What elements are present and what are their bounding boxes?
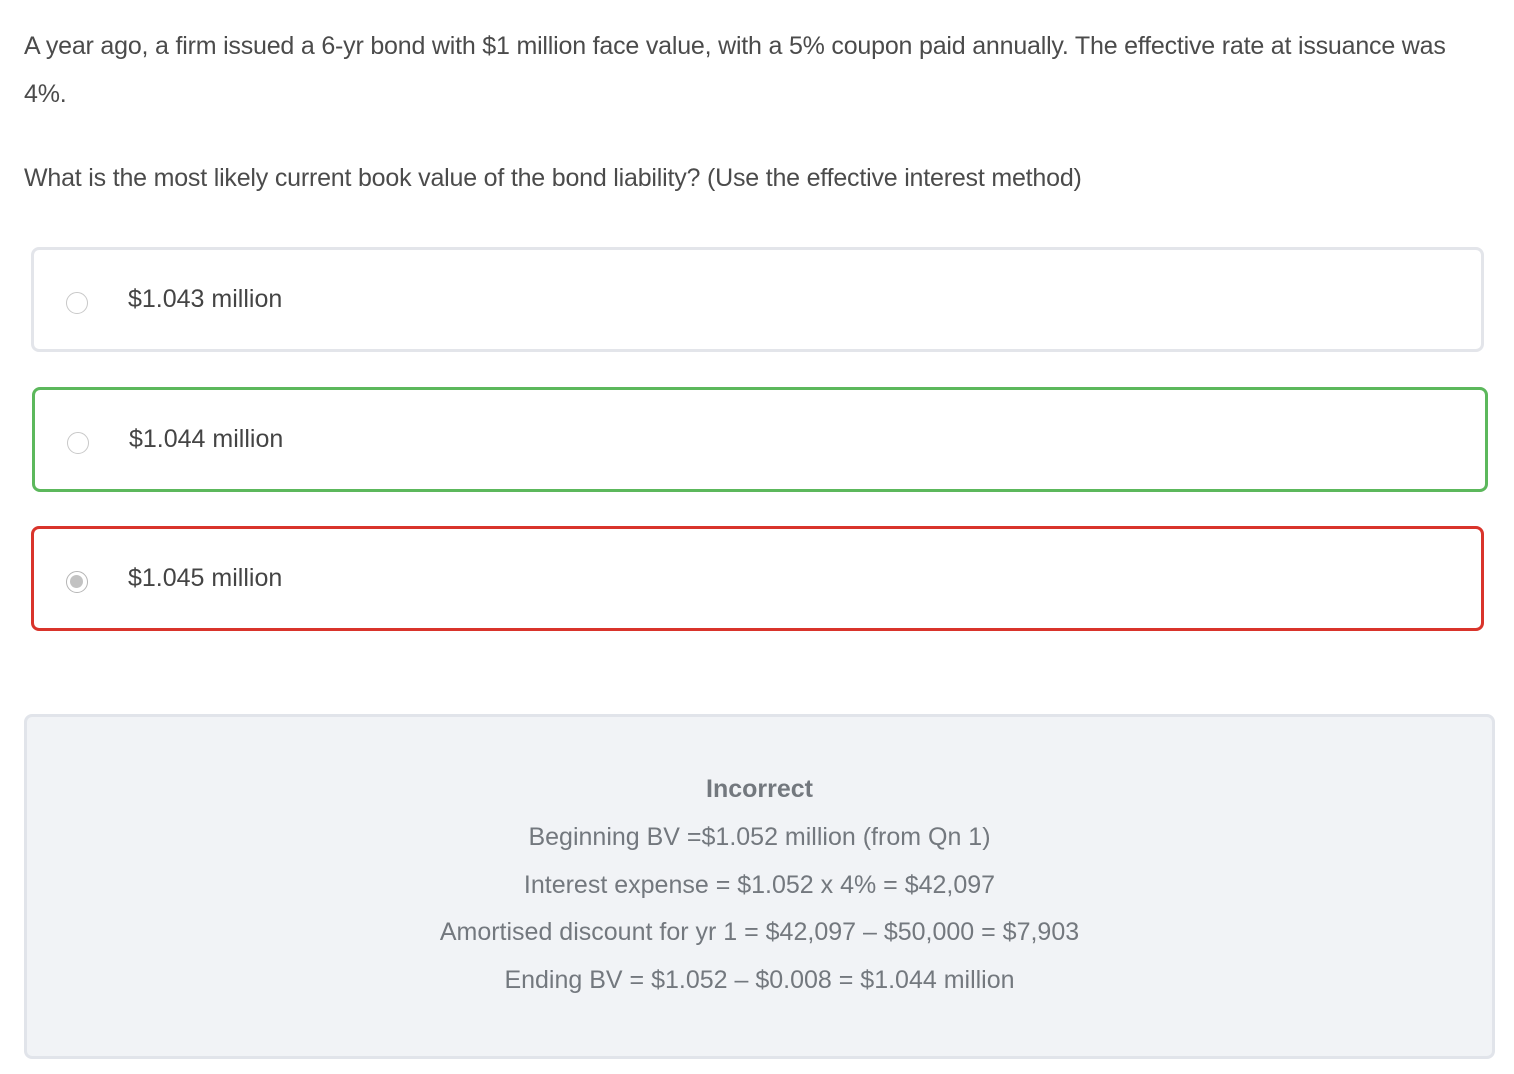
- feedback-panel: Incorrect Beginning BV =$1.052 million (…: [24, 714, 1495, 1059]
- radio-button-3-selected[interactable]: [66, 571, 88, 593]
- radio-button-1[interactable]: [66, 292, 88, 314]
- feedback-line: Beginning BV =$1.052 million (from Qn 1): [528, 823, 991, 851]
- question-block: A year ago, a firm issued a 6-yr bond wi…: [24, 22, 1490, 202]
- feedback-status: Incorrect: [706, 775, 813, 803]
- feedback-line: Interest expense = $1.052 x 4% = $42,097: [523, 871, 996, 899]
- radio-button-2[interactable]: [67, 432, 89, 454]
- answer-option-1[interactable]: $1.043 million: [31, 247, 1484, 352]
- answer-option-2[interactable]: $1.044 million: [32, 387, 1488, 492]
- answer-option-label: $1.044 million: [129, 425, 284, 453]
- feedback-line: Amortised discount for yr 1 = $42,097 – …: [439, 918, 1080, 946]
- question-prompt: What is the most likely current book val…: [24, 164, 1082, 192]
- answer-option-label: $1.043 million: [128, 285, 283, 313]
- question-text: A year ago, a firm issued a 6-yr bond wi…: [24, 32, 1446, 108]
- answer-option-label: $1.045 million: [128, 564, 283, 592]
- feedback-line: Ending BV = $1.052 – $0.008 = $1.044 mil…: [504, 966, 1015, 994]
- answer-option-3[interactable]: $1.045 million: [31, 526, 1484, 631]
